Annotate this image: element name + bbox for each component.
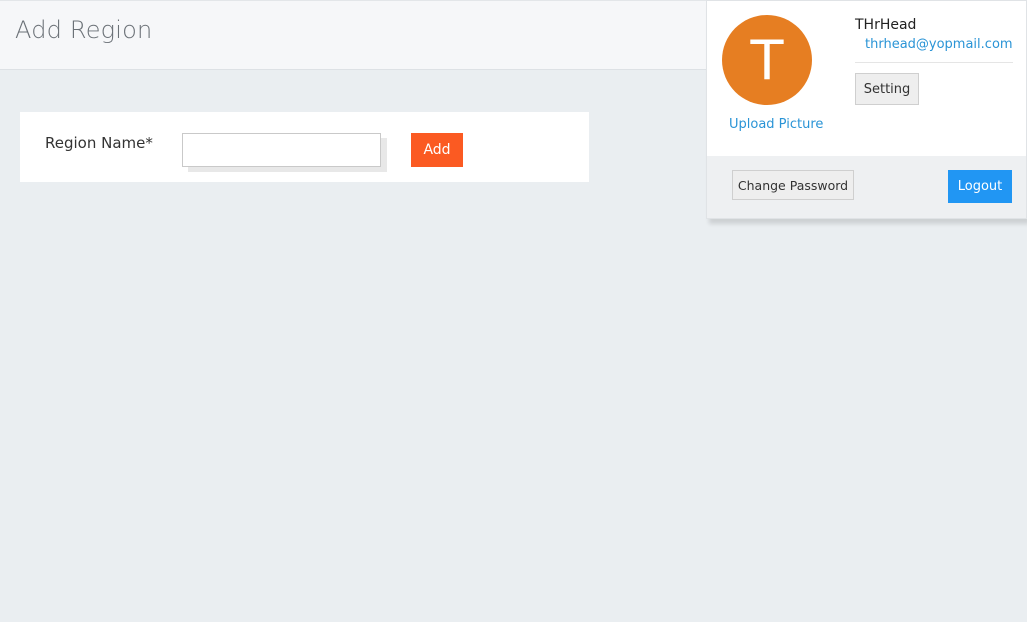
user-name: THrHead	[855, 17, 917, 33]
add-button[interactable]: Add	[411, 133, 463, 167]
setting-button[interactable]: Setting	[855, 73, 919, 105]
region-name-input[interactable]	[182, 133, 381, 167]
user-email: thrhead@yopmail.com	[865, 37, 1013, 52]
logout-button[interactable]: Logout	[948, 170, 1012, 203]
avatar-initial: T	[750, 28, 784, 92]
upload-picture-link[interactable]: Upload Picture	[729, 117, 823, 132]
page-title: Add Region	[15, 16, 153, 44]
divider	[855, 62, 1013, 63]
profile-footer: Change Password Logout	[707, 156, 1026, 218]
avatar: T	[722, 15, 812, 105]
change-password-button[interactable]: Change Password	[732, 170, 854, 200]
region-name-label: Region Name*	[45, 134, 153, 152]
profile-dropdown: T Upload Picture THrHead thrhead@yopmail…	[706, 0, 1027, 219]
add-region-form: Region Name* Add	[20, 112, 589, 182]
